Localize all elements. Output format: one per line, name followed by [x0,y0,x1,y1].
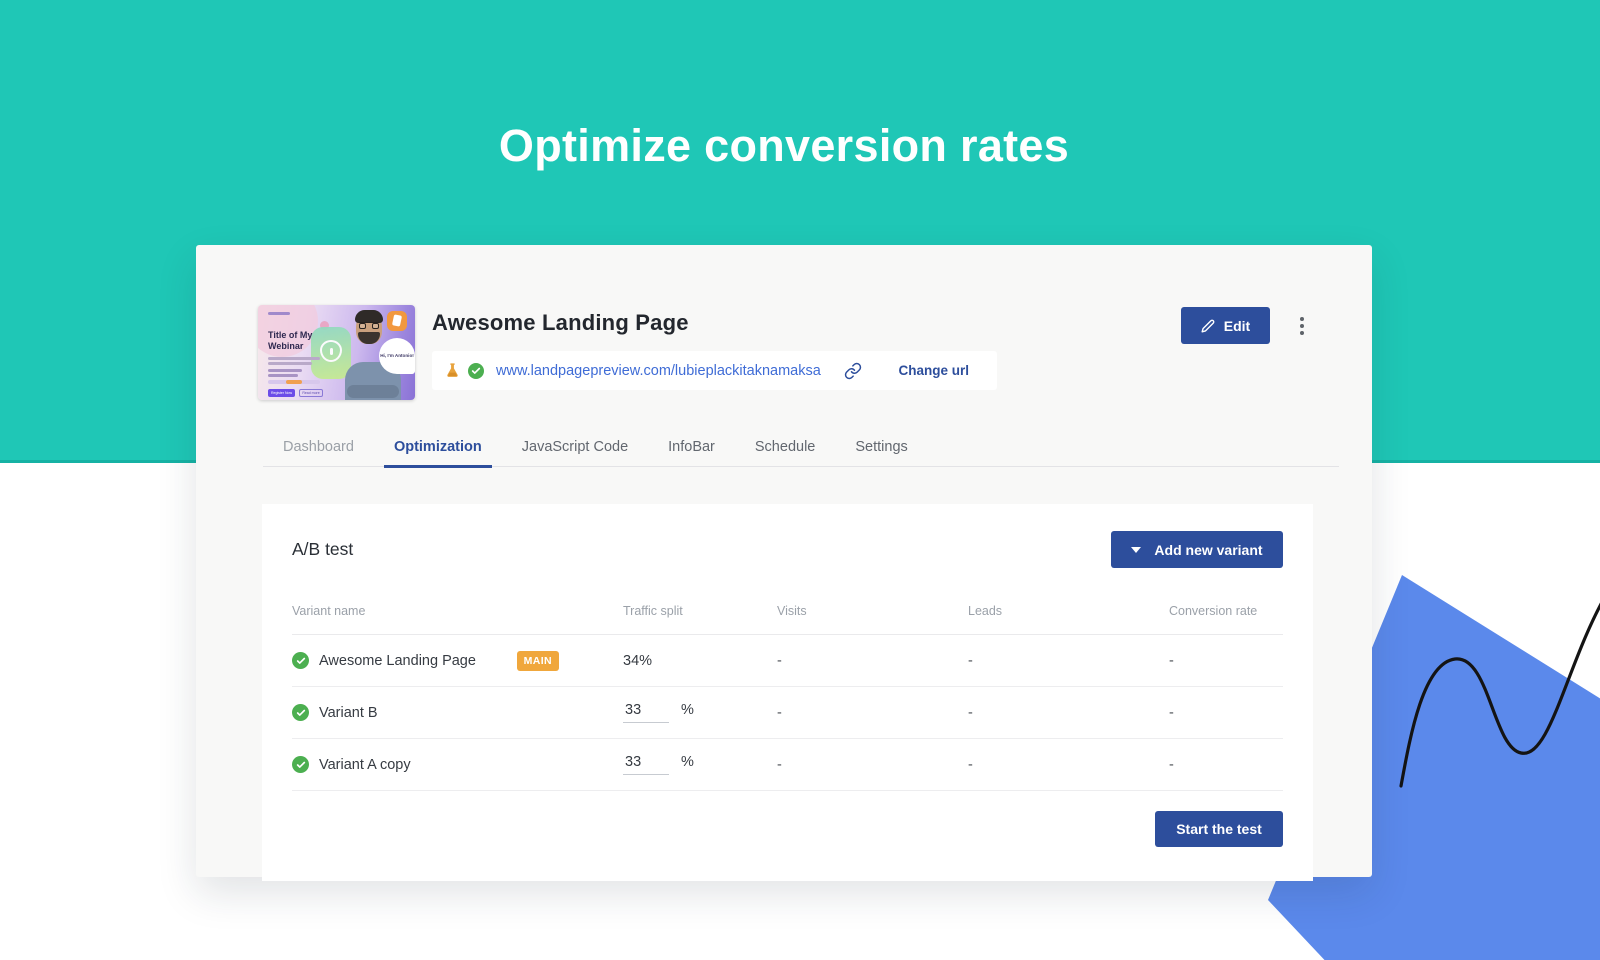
tab-bar: Dashboard Optimization JavaScript Code Info… [263,439,1339,467]
card-header: Title of My Webinar Register Now Read mo… [196,245,1372,400]
traffic-split-cell: % [623,754,777,775]
main-badge: MAIN [517,651,559,671]
table-row: Awesome Landing PageMAIN34%--- [292,635,1283,687]
table-row: Variant A copy%--- [292,739,1283,791]
landing-page-thumbnail[interactable]: Title of My Webinar Register Now Read mo… [258,305,415,400]
title-column: Awesome Landing Page www.landpagepreview… [432,305,997,390]
experiment-flask-icon [444,362,461,379]
thumb-bullet-line [268,369,302,372]
leads-cell: - [968,653,1169,669]
column-header: Visits [777,604,968,618]
column-header: Variant name [292,604,623,618]
traffic-split-cell: % [623,702,777,723]
table-header-row: Variant nameTraffic splitVisitsLeadsConv… [292,604,1283,635]
variant-name-cell: Variant B [292,704,623,721]
change-url-button[interactable]: Change url [898,363,969,378]
variant-name: Awesome Landing Page [319,653,476,669]
conversion-rate-cell: - [1169,653,1283,669]
thumb-speech-bubble: Hi, I'm Antonio! [379,338,415,374]
thumb-logo [268,312,290,315]
column-header: Leads [968,604,1169,618]
traffic-split-unit: % [681,702,694,718]
tab-dashboard[interactable]: Dashboard [273,439,364,468]
conversion-rate-cell: - [1169,757,1283,773]
table-row: Variant B%--- [292,687,1283,739]
edit-button-label: Edit [1224,318,1250,334]
landing-page-title: Awesome Landing Page [432,310,997,336]
thumb-webinar-title: Title of My Webinar [268,330,332,351]
visits-cell: - [777,705,968,721]
wave-line [1401,548,1600,786]
thumb-bullet-line [268,374,298,377]
variant-active-icon [292,652,309,669]
thumb-presenter-arms [347,385,399,398]
edit-button[interactable]: Edit [1181,307,1270,344]
variant-name: Variant B [319,705,378,721]
leads-cell: - [968,705,1169,721]
add-new-variant-label: Add new variant [1154,542,1262,558]
conversion-rate-cell: - [1169,705,1283,721]
ab-test-panel: A/B test Add new variant Variant nameTra… [262,504,1313,881]
traffic-split-unit: % [681,754,694,770]
variant-active-icon [292,756,309,773]
traffic-split-input[interactable] [623,702,669,723]
panel-header: A/B test Add new variant [292,531,1283,568]
thumb-offer-line [268,380,320,384]
url-bar: www.landpagepreview.com/lubieplackitakna… [432,351,997,390]
thumb-text-line [268,362,312,365]
caret-down-icon [1131,547,1141,553]
tab-settings[interactable]: Settings [845,439,917,468]
landing-page-card: Title of My Webinar Register Now Read mo… [196,245,1372,877]
landing-page-url[interactable]: www.landpagepreview.com/lubieplackitakna… [496,363,821,379]
more-options-button[interactable] [1294,312,1310,340]
column-header: Conversion rate [1169,604,1283,618]
panel-footer: Start the test [292,791,1283,867]
screenshot-root: Optimize conversion rates Title of My We… [0,0,1600,960]
header-actions: Edit [1181,307,1310,344]
variant-table: Awesome Landing PageMAIN34%---Variant B%… [292,635,1283,791]
visits-cell: - [777,653,968,669]
variant-name-cell: Awesome Landing Page MAIN [292,651,623,671]
link-icon[interactable] [844,362,862,380]
glasses-icon [359,322,379,329]
visits-cell: - [777,757,968,773]
url-verified-icon [468,363,484,379]
thumb-readmore-button: Read more [299,389,323,397]
tab-optimization[interactable]: Optimization [384,439,492,468]
variant-active-icon [292,704,309,721]
tab-schedule[interactable]: Schedule [745,439,825,468]
start-the-test-button[interactable]: Start the test [1155,811,1283,847]
tab-infobar[interactable]: InfoBar [658,439,725,468]
leads-cell: - [968,757,1169,773]
page-title: Optimize conversion rates [0,120,1568,172]
thumb-orange-badge-icon [387,311,407,331]
section-title: A/B test [292,539,353,560]
column-header: Traffic split [623,604,777,618]
traffic-split-cell: 34% [623,653,777,669]
pencil-icon [1201,319,1215,333]
thumb-text-line [268,357,320,360]
variant-name-cell: Variant A copy [292,756,623,773]
thumb-register-button: Register Now [268,389,295,397]
traffic-split-input[interactable] [623,754,669,775]
tab-javascript-code[interactable]: JavaScript Code [512,439,638,468]
add-new-variant-button[interactable]: Add new variant [1111,531,1283,568]
variant-name: Variant A copy [319,757,411,773]
